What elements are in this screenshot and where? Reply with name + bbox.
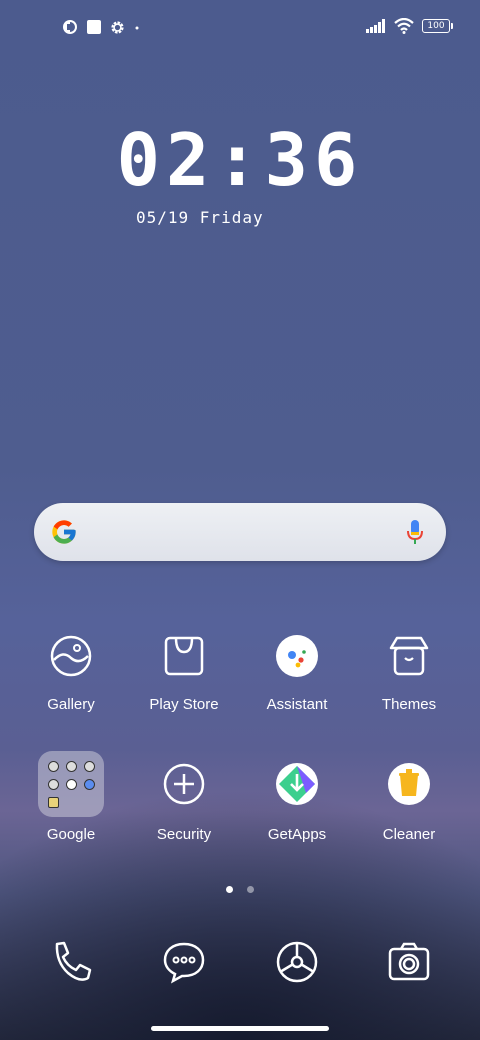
app-security[interactable]: Security [128, 754, 240, 843]
app-themes[interactable]: Themes [353, 626, 465, 713]
security-icon [154, 754, 214, 814]
status-left [62, 19, 141, 35]
clock-time[interactable]: 02:36 [0, 118, 480, 202]
app-label: Play Store [149, 696, 219, 713]
status-bar: 100 [0, 14, 480, 42]
google-search-bar[interactable] [34, 503, 446, 561]
mini-app-icon [84, 779, 95, 790]
phone-icon [41, 932, 101, 992]
google-folder-icon [38, 751, 104, 817]
dock [0, 932, 480, 984]
app-google-folder[interactable]: Google [15, 751, 127, 843]
google-logo-icon [52, 520, 76, 544]
mini-app-icon [84, 761, 95, 772]
cleaner-icon [379, 754, 439, 814]
app-getapps[interactable]: GetApps [241, 754, 353, 843]
themes-icon [379, 626, 439, 686]
app-label: Assistant [266, 696, 328, 713]
signal-icon [366, 19, 385, 33]
app-label: Themes [381, 696, 437, 713]
status-right: 100 [366, 18, 453, 34]
page-dot[interactable] [246, 886, 254, 893]
clock-date[interactable]: 05/19 Friday [136, 208, 264, 227]
mini-app-icon [48, 761, 59, 772]
battery-indicator: 100 [422, 19, 453, 33]
page-indicator [0, 878, 480, 897]
page-dot-active[interactable] [226, 886, 234, 893]
settings-notification-icon [111, 20, 124, 34]
app-label: GetApps [267, 826, 327, 843]
app-label: Gallery [47, 696, 95, 713]
messages-icon [154, 932, 214, 992]
dock-browser[interactable] [241, 932, 353, 992]
mini-app-icon [48, 779, 59, 790]
app-row-1: Gallery Play Store Assistant Themes [0, 626, 480, 736]
dock-messages[interactable] [128, 932, 240, 992]
app-assistant[interactable]: Assistant [241, 626, 353, 713]
app-play-store[interactable]: Play Store [128, 626, 240, 713]
wifi-icon [394, 18, 414, 34]
more-dot-icon [135, 26, 139, 30]
mic-icon[interactable] [406, 519, 424, 545]
mini-app-icon [66, 779, 77, 790]
assistant-icon [267, 626, 327, 686]
app-cleaner[interactable]: Cleaner [353, 754, 465, 843]
app-label: Google [46, 826, 96, 843]
dock-camera[interactable] [353, 932, 465, 992]
app-notification-icon [63, 20, 77, 34]
app-label: Cleaner [382, 826, 436, 843]
app-row-2: Google Security GetApps Cleaner [0, 751, 480, 861]
mini-app-icon [66, 761, 77, 772]
home-gesture-bar[interactable] [151, 1026, 329, 1031]
play-store-icon [154, 626, 214, 686]
app-label: Security [156, 826, 212, 843]
mini-app-icon [48, 797, 59, 808]
app-gallery[interactable]: Gallery [15, 626, 127, 713]
square-notification-icon [87, 20, 101, 34]
gallery-icon [41, 626, 101, 686]
camera-icon [379, 932, 439, 992]
browser-icon [267, 932, 327, 992]
dock-phone[interactable] [15, 932, 127, 992]
getapps-icon [267, 754, 327, 814]
